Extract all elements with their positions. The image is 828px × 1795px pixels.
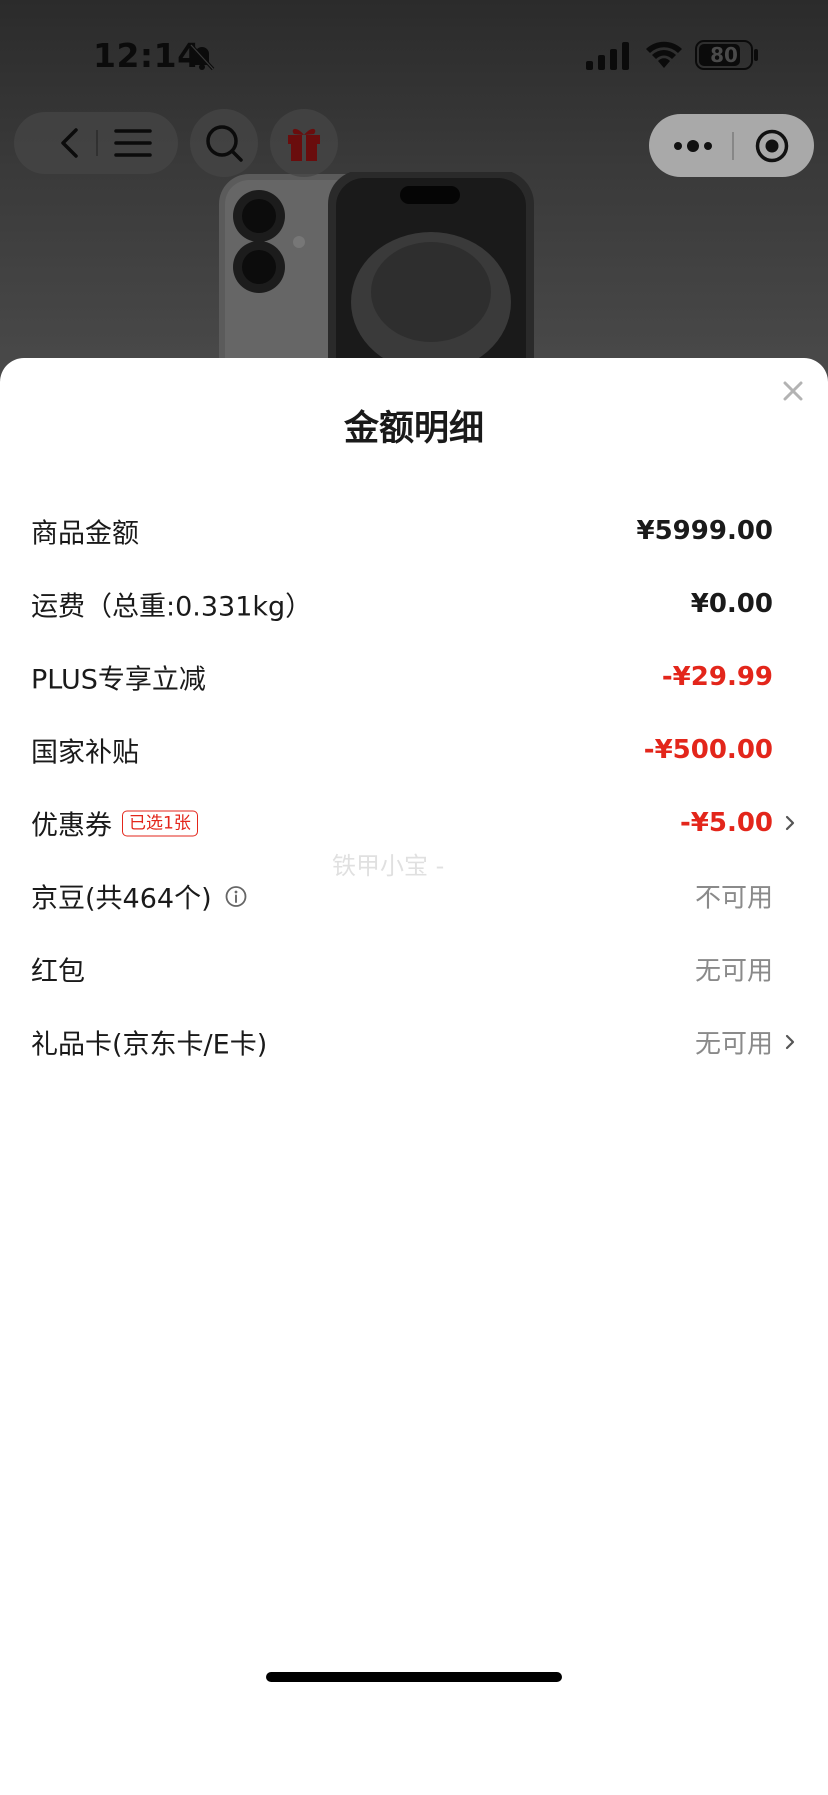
chevron-right-icon (785, 815, 795, 831)
more-icon[interactable] (671, 134, 715, 158)
gift-icon (288, 128, 320, 161)
row-value: 不可用 (694, 883, 773, 914)
row-label: 礼品卡(京东卡/E卡) (31, 1029, 268, 1061)
menu-icon[interactable] (114, 126, 152, 160)
nav-divider (96, 130, 98, 156)
battery-indicator: 80 (695, 40, 753, 70)
coupon-label: 优惠券 (31, 810, 112, 842)
row-gift-card[interactable]: 礼品卡(京东卡/E卡) 无可用 (0, 1014, 828, 1070)
row-jd-beans: 京豆(共464个) 不可用 (0, 868, 828, 924)
row-value: -¥29.99 (661, 662, 773, 692)
coupon-selected-badge: 已选1张 (122, 810, 198, 836)
row-red-packet: 红包 无可用 (0, 941, 828, 997)
nav-pill (14, 112, 178, 174)
battery-level: 80 (710, 43, 738, 67)
wifi-icon (646, 41, 682, 68)
gift-button[interactable] (270, 109, 338, 177)
row-label: 运费（总重:0.331kg） (31, 591, 313, 623)
row-value: 无可用 (694, 1029, 773, 1060)
row-shipping: 运费（总重:0.331kg） ¥0.00 (0, 576, 828, 632)
sheet-title: 金额明细 (343, 409, 484, 449)
bell-off-icon (189, 43, 215, 71)
battery-cap (754, 49, 758, 61)
row-label: 京豆(共464个) (31, 877, 248, 916)
row-label: 红包 (31, 956, 85, 988)
status-time: 12:14 (93, 36, 201, 75)
row-value: 无可用 (694, 956, 773, 987)
search-icon (206, 125, 243, 162)
close-miniprogram-icon[interactable] (754, 128, 790, 164)
row-national-subsidy: 国家补贴 -¥500.00 (0, 722, 828, 778)
row-value: -¥5.00 (679, 808, 773, 838)
back-icon[interactable] (54, 126, 88, 160)
row-value: ¥5999.00 (636, 516, 773, 546)
mini-program-capsule (649, 114, 814, 177)
row-label: PLUS专享立减 (31, 664, 206, 696)
amount-detail-sheet: 金额明细 铁甲小宝 - 商品金额 ¥5999.00 运费（总重:0.331kg）… (0, 358, 828, 1795)
row-value: ¥0.00 (690, 589, 773, 619)
product-image (219, 172, 534, 380)
row-plus-discount: PLUS专享立减 -¥29.99 (0, 649, 828, 705)
row-label: 商品金额 (31, 518, 139, 550)
status-bar: 12:14 80 (0, 0, 828, 110)
row-label: 国家补贴 (31, 737, 139, 769)
row-label: 优惠券 已选1张 (31, 804, 198, 843)
signal-icon (586, 42, 629, 70)
row-coupon[interactable]: 优惠券 已选1张 -¥5.00 (0, 795, 828, 851)
row-goods-amount: 商品金额 ¥5999.00 (0, 503, 828, 559)
jd-beans-label: 京豆(共464个) (31, 883, 212, 915)
row-value: -¥500.00 (643, 735, 773, 765)
home-indicator (266, 1672, 562, 1682)
info-icon[interactable] (224, 884, 248, 908)
capsule-divider (732, 132, 734, 160)
search-button[interactable] (190, 109, 258, 177)
chevron-right-icon (785, 1034, 795, 1050)
